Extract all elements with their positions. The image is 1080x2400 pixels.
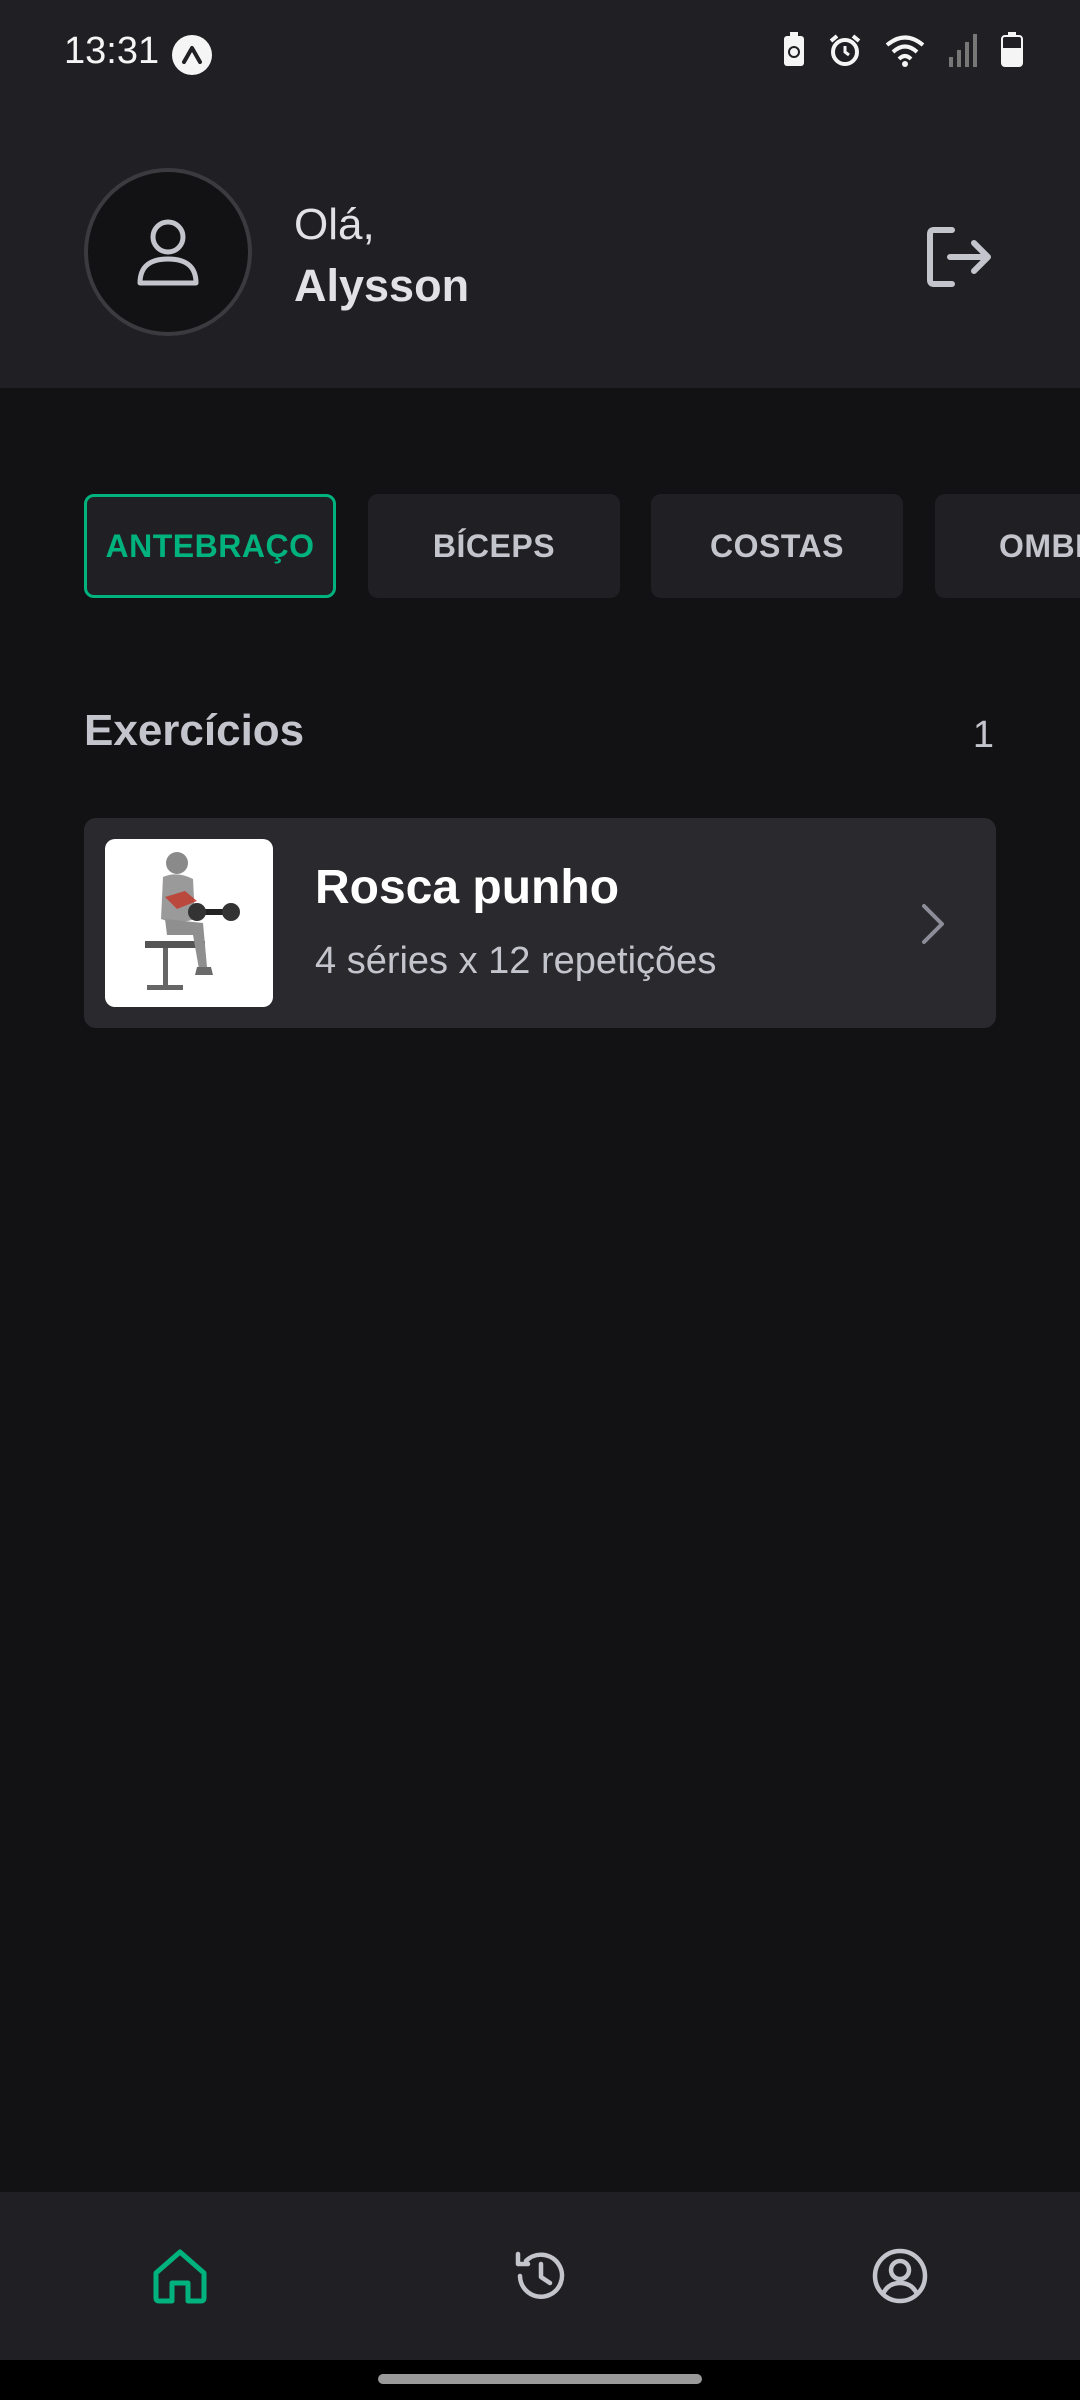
alarm-icon [828, 33, 862, 72]
avatar[interactable] [84, 168, 252, 336]
nav-history[interactable] [490, 2226, 590, 2326]
chevron-right-icon [912, 902, 952, 946]
exercise-card[interactable]: Rosca punho 4 séries x 12 repetições [84, 818, 996, 1028]
sign-out-icon [927, 227, 991, 287]
tab-biceps[interactable]: BÍCEPS [368, 494, 620, 598]
tab-costas[interactable]: COSTAS [651, 494, 903, 598]
exercise-info: 4 séries x 12 repetições [315, 940, 717, 982]
exercise-thumbnail [105, 839, 273, 1007]
battery-icon [1000, 32, 1024, 73]
user-name: Alysson [294, 260, 470, 311]
signal-icon [948, 33, 978, 72]
gesture-area [0, 2360, 1080, 2400]
battery-saver-icon [782, 32, 806, 73]
app-screen: 13:31 Olá, Alysson ANTEBRAÇO BÍCEPS COST… [0, 0, 1080, 2400]
status-icons [782, 32, 1024, 73]
exercise-name: Rosca punho [315, 861, 620, 914]
muscle-group-tabs: ANTEBRAÇO BÍCEPS COSTAS OMBROS [84, 494, 1080, 598]
history-icon [515, 2251, 565, 2299]
logout-button[interactable] [922, 220, 996, 294]
section-title: Exercícios [84, 706, 305, 755]
tab-antebraco[interactable]: ANTEBRAÇO [84, 494, 336, 598]
tab-ombros[interactable]: OMBROS [935, 494, 1080, 598]
home-icon [153, 2249, 207, 2304]
app-notification-icon [172, 35, 212, 75]
exercise-count: 1 [972, 714, 994, 756]
status-bar: 13:31 [0, 0, 1080, 110]
bottom-navigation [0, 2192, 1080, 2360]
profile-icon [872, 2248, 928, 2304]
status-time: 13:31 [64, 30, 160, 72]
nav-profile[interactable] [850, 2226, 950, 2326]
user-icon [137, 219, 199, 286]
header: Olá, Alysson [0, 110, 1080, 388]
greeting-text: Olá, [294, 200, 375, 249]
nav-home[interactable] [130, 2226, 230, 2326]
home-gesture-bar[interactable] [378, 2374, 702, 2384]
wifi-icon [884, 33, 926, 72]
